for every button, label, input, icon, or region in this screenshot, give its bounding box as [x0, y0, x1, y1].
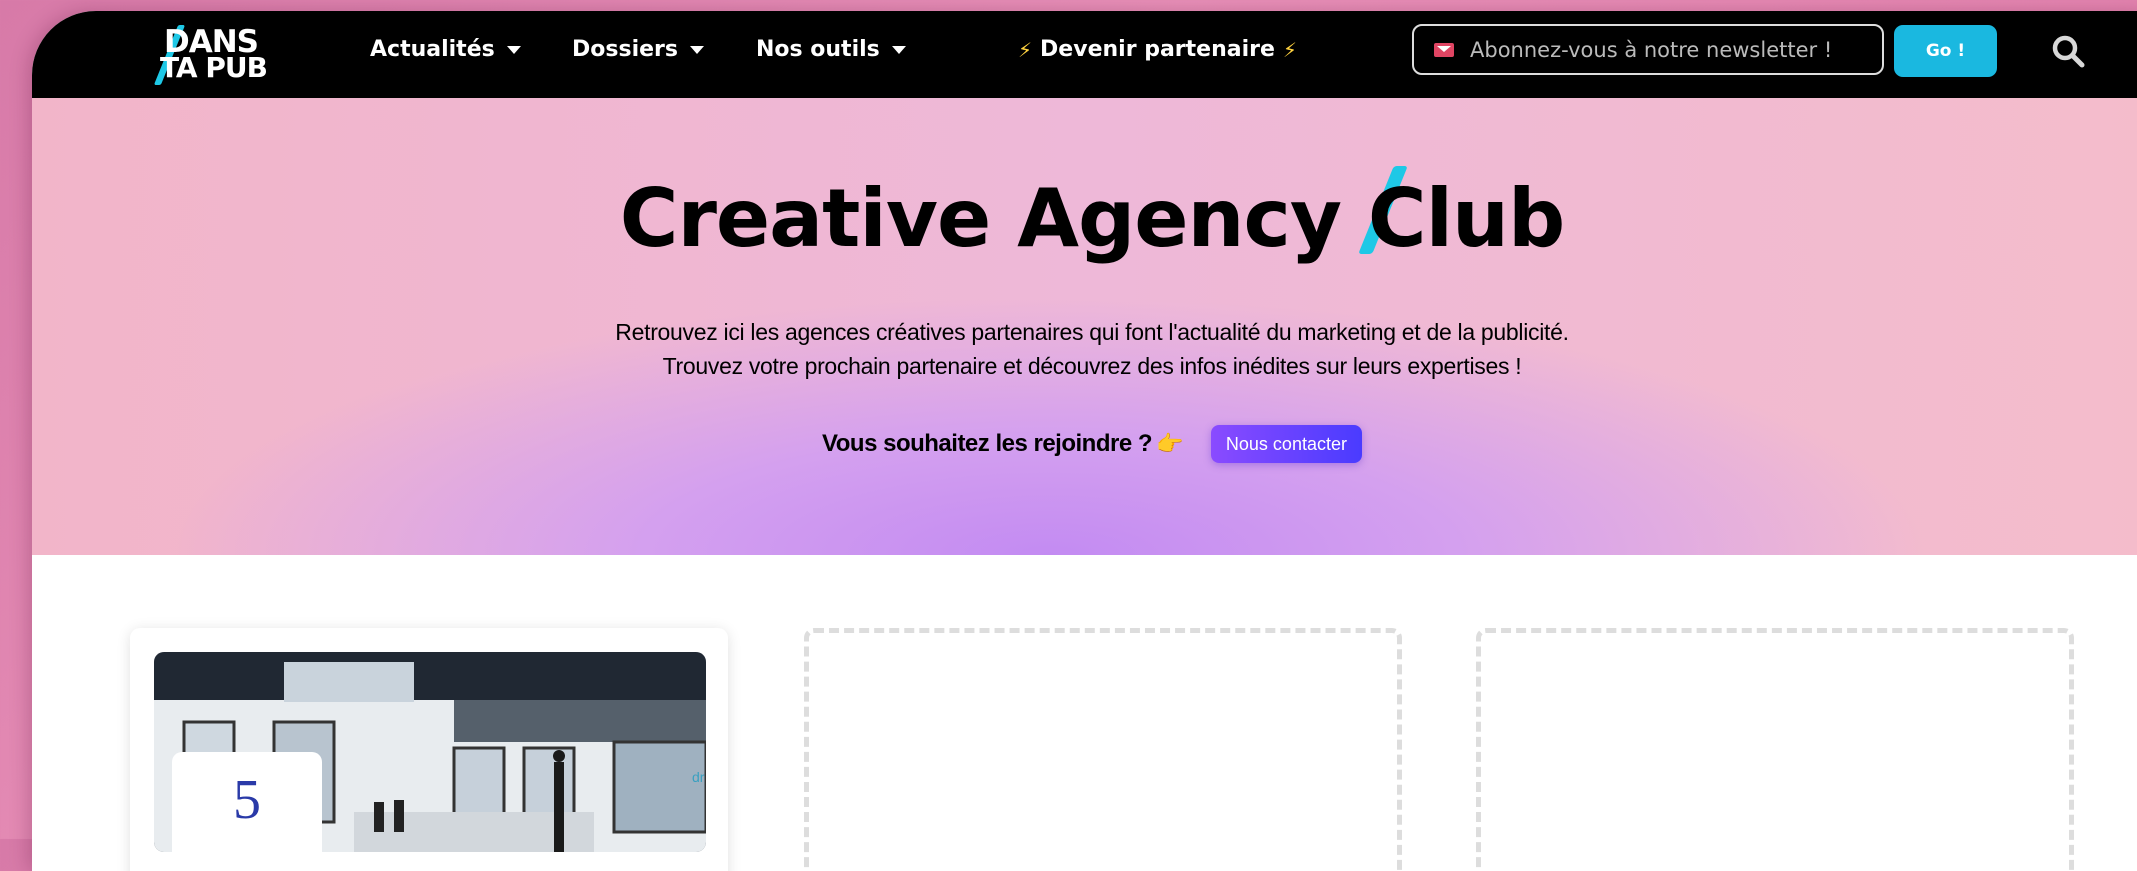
bolt-icon: ⚡: [1282, 37, 1297, 62]
become-partner-link[interactable]: ⚡ Devenir partenaire ⚡: [1018, 37, 1297, 62]
site-logo[interactable]: DANS TA PUB: [153, 23, 270, 87]
nav-item-actualites[interactable]: Actualités: [370, 37, 521, 62]
newsletter-go-button[interactable]: Go !: [1894, 25, 1997, 77]
nav-item-dossiers[interactable]: Dossiers: [572, 37, 704, 62]
hero-description-line-2: Trouvez votre prochain partenaire et déc…: [662, 353, 1522, 379]
pointing-hand-icon: 👉: [1156, 431, 1183, 456]
agency-badge: 5: [172, 752, 322, 852]
nav-item-label: Dossiers: [572, 37, 678, 62]
agency-card-image: dr 5: [154, 652, 706, 852]
chevron-down-icon: [506, 45, 521, 54]
newsletter-field: [1412, 24, 1884, 75]
svg-text:dr: dr: [692, 769, 705, 785]
browser-window: DANS TA PUB Actualités Dossiers Nos outi…: [32, 11, 2137, 871]
top-navbar: DANS TA PUB Actualités Dossiers Nos outi…: [32, 11, 2137, 98]
bolt-icon: ⚡: [1018, 37, 1033, 62]
agency-card-placeholder: [804, 628, 1402, 871]
hero-description-line-1: Retrouvez ici les agences créatives part…: [615, 319, 1569, 345]
join-text: Vous souhaitez les rejoindre ?: [822, 430, 1152, 457]
chevron-down-icon: [891, 45, 906, 54]
nav-item-label: Nos outils: [756, 37, 880, 62]
logo-line-2: TA PUB: [160, 51, 268, 84]
join-row: Vous souhaitez les rejoindre ? 👉 Nous co…: [32, 425, 2137, 463]
partner-label: Devenir partenaire: [1040, 37, 1275, 62]
search-icon[interactable]: [2050, 33, 2086, 69]
contact-button[interactable]: Nous contacter: [1210, 425, 1362, 463]
nav-item-label: Actualités: [370, 37, 495, 62]
agency-card-placeholder: [1476, 628, 2074, 871]
newsletter-input[interactable]: [1468, 36, 1872, 63]
nav-item-nos-outils[interactable]: Nos outils: [756, 37, 906, 62]
page-title: Creative Agency Club: [619, 172, 1566, 265]
hero-section: Creative Agency Club Retrouvez ici les a…: [32, 98, 2137, 555]
chevron-down-icon: [689, 45, 704, 54]
join-prompt: Vous souhaitez les rejoindre ? 👉: [822, 430, 1183, 458]
agency-card[interactable]: dr 5: [130, 628, 728, 871]
envelope-icon: [1434, 42, 1454, 57]
